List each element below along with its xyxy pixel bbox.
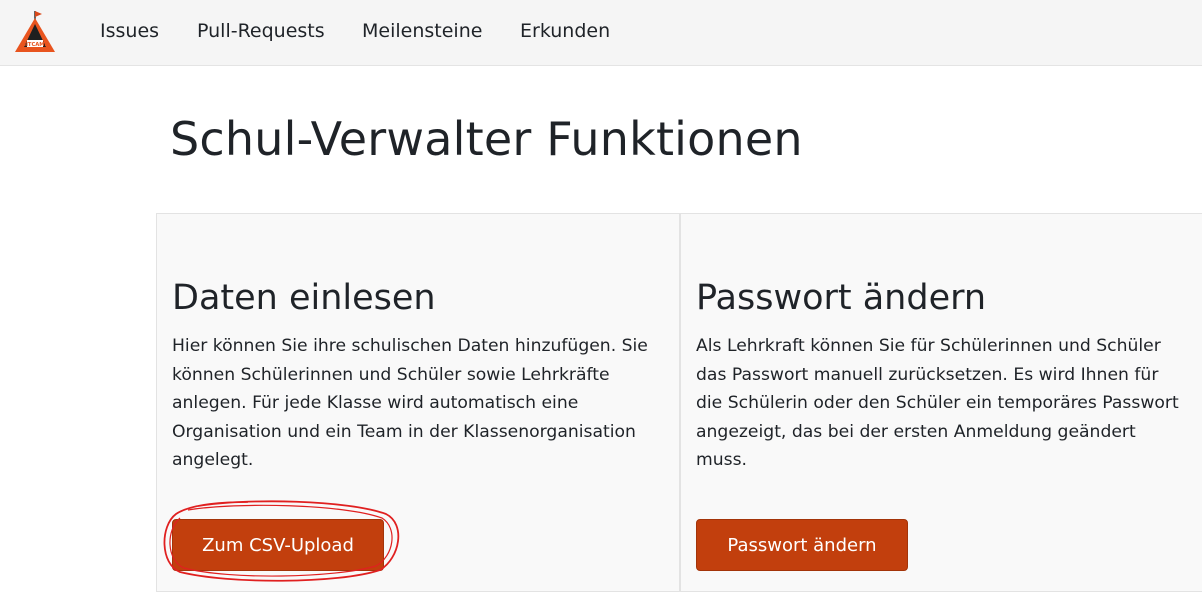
gitcamp-logo-icon[interactable]: GITCAMP [12, 9, 58, 55]
card-description-line: können Schülerinnen und Schüler sowie Le… [172, 364, 610, 385]
nav-explore[interactable]: Erkunden [520, 20, 610, 42]
change-password-button[interactable]: Passwort ändern [696, 519, 908, 571]
card-description-line: die Schülerin oder den Schüler ein tempo… [696, 393, 1179, 414]
logo-text: GITCAMP [22, 42, 49, 48]
nav-issues[interactable]: Issues [100, 20, 159, 42]
card-header-strip [157, 214, 679, 252]
card-data-import: Daten einlesen Hier können Sie ihre schu… [156, 213, 680, 592]
page-title: Schul-Verwalter Funktionen [170, 112, 803, 166]
top-navigation-bar: GITCAMP Issues Pull-Requests Meilenstein… [0, 0, 1202, 66]
card-header-strip [681, 214, 1202, 252]
card-description-line: angelegt. [172, 450, 254, 471]
card-description: Als Lehrkraft können Sie für Schülerinne… [696, 332, 1179, 475]
nav-pull-requests[interactable]: Pull-Requests [197, 20, 325, 42]
card-title: Passwort ändern [696, 278, 987, 318]
nav-milestones[interactable]: Meilensteine [362, 20, 482, 42]
card-description-line: anlegen. Für jede Klasse wird automatisc… [172, 393, 579, 414]
card-description-line: angezeigt, das bei der ersten Anmeldung … [696, 421, 1136, 442]
card-description-line: Als Lehrkraft können Sie für Schülerinne… [696, 336, 1161, 356]
csv-upload-button[interactable]: Zum CSV-Upload [172, 519, 384, 571]
card-title: Daten einlesen [172, 278, 436, 318]
card-description-line: Hier können Sie ihre schulischen Daten h… [172, 336, 648, 356]
card-description-line: muss. [696, 450, 748, 471]
card-description-line: Organisation und ein Team in der Klassen… [172, 421, 636, 442]
card-password-change: Passwort ändern Als Lehrkraft können Sie… [680, 213, 1202, 592]
card-description: Hier können Sie ihre schulischen Daten h… [172, 332, 648, 475]
card-description-line: das Passwort manuell zurücksetzen. Es wi… [696, 364, 1159, 385]
